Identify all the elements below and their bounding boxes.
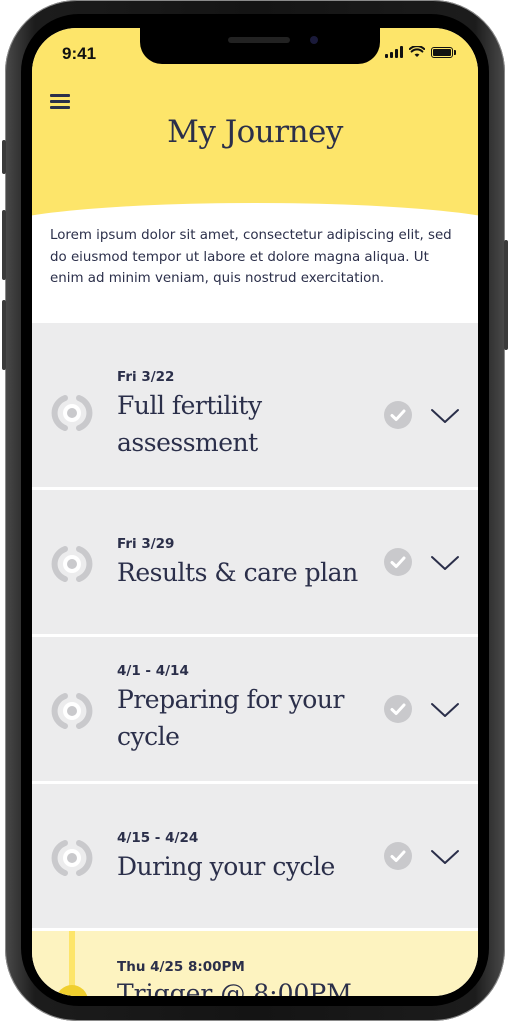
notch (140, 28, 380, 64)
checkmark-icon[interactable] (384, 401, 412, 429)
checkmark-icon[interactable] (384, 842, 412, 870)
status-time: 9:41 (62, 44, 97, 63)
timeline-item[interactable]: 4/1 - 4/14 Preparing for your cycle (32, 637, 478, 784)
chevron-down-icon[interactable] (430, 554, 460, 572)
journey-timeline: Fri 3/22 Full fertility assessment Fri 3… (32, 343, 478, 948)
chevron-down-icon[interactable] (430, 701, 460, 719)
item-title: Full fertility assessment (117, 391, 262, 457)
silent-switch (2, 140, 6, 174)
item-title: Preparing for your cycle (117, 685, 344, 751)
timeline-item[interactable]: 4/15 - 4/24 During your cycle (32, 784, 478, 931)
timeline-item-current[interactable]: Thu 4/25 8:00PM Trigger @ 8:00PM (32, 931, 478, 996)
item-date: Fri 3/29 (117, 536, 175, 552)
chevron-down-icon[interactable] (430, 848, 460, 866)
item-date: Fri 3/22 (117, 369, 175, 385)
speaker (228, 37, 290, 43)
page-title: My Journey (167, 114, 343, 150)
status-icons (385, 46, 456, 58)
item-title: Trigger @ 8:00PM (117, 979, 352, 996)
volume-up-button (2, 210, 6, 280)
timeline-node-icon (51, 395, 93, 431)
timeline-node-icon (51, 693, 93, 729)
item-title: Results & care plan (117, 558, 358, 587)
timeline-item[interactable]: Fri 3/22 Full fertility assessment (32, 343, 478, 490)
volume-down-button (2, 300, 6, 370)
wifi-icon (409, 46, 425, 57)
item-date: 4/15 - 4/24 (117, 830, 199, 846)
hamburger-menu-icon[interactable] (50, 94, 70, 112)
front-camera (310, 36, 318, 44)
app-screen: 9:41 My Journey Lorem ipsum dolor sit am… (32, 28, 478, 996)
timeline-item[interactable]: Fri 3/29 Results & care plan (32, 490, 478, 637)
checkmark-icon[interactable] (384, 695, 412, 723)
timeline-node-icon (51, 546, 93, 582)
item-date: 4/1 - 4/14 (117, 663, 189, 679)
cellular-signal-icon (385, 46, 403, 58)
intro-text: Lorem ipsum dolor sit amet, consectetur … (50, 228, 452, 286)
power-button (504, 240, 508, 350)
item-date: Thu 4/25 8:00PM (117, 959, 245, 975)
timeline-node-icon (51, 840, 93, 876)
checkmark-icon[interactable] (384, 548, 412, 576)
item-title: During your cycle (117, 852, 335, 881)
chevron-down-icon[interactable] (430, 407, 460, 425)
timeline-node-active-icon (56, 985, 88, 996)
battery-icon (431, 46, 456, 58)
header: 9:41 My Journey (32, 28, 478, 228)
